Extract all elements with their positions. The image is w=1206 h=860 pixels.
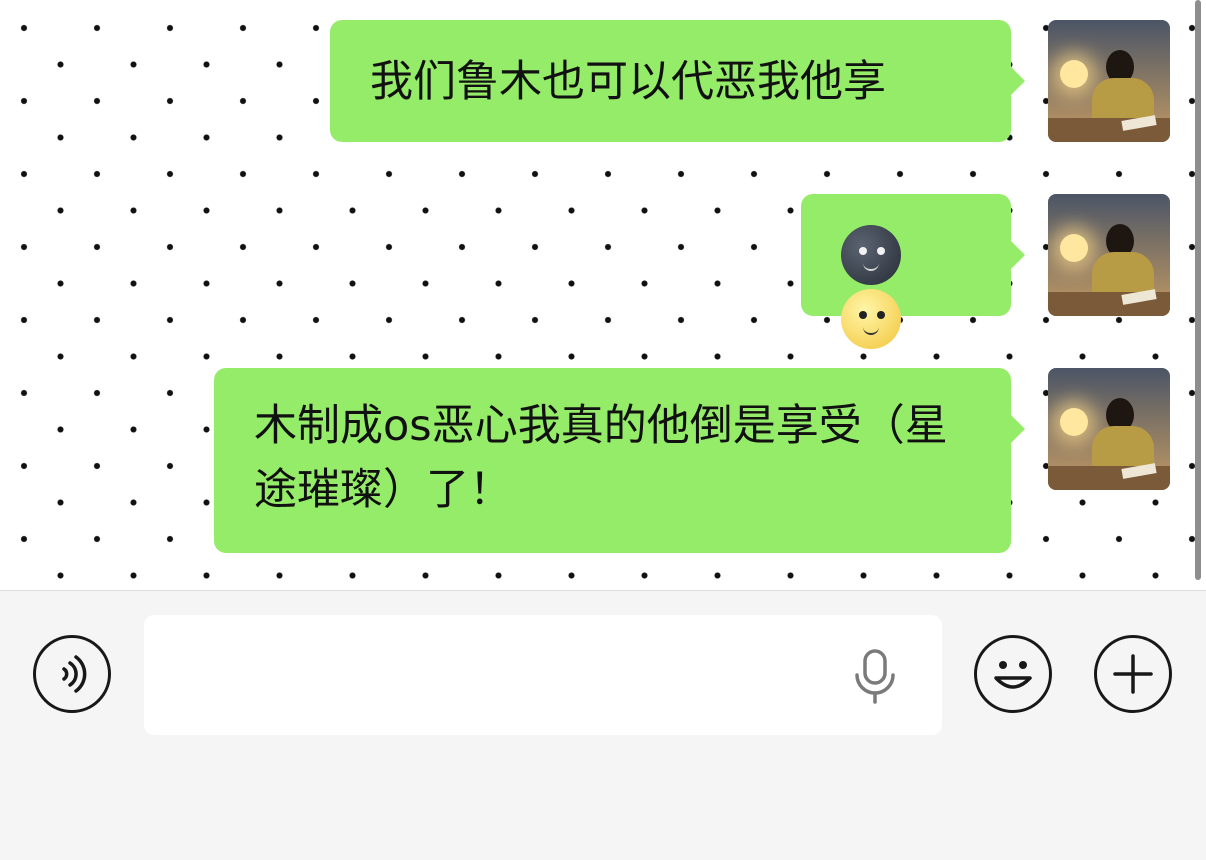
message-bubble[interactable]: 我们鲁木也可以代恶我他享 [330, 20, 1025, 142]
scrollbar[interactable] [1195, 0, 1201, 580]
emoji-smiley-icon [994, 661, 1032, 689]
microphone-icon[interactable] [852, 649, 898, 705]
message-row: 我们鲁木也可以代恶我他享 [330, 20, 1170, 142]
voice-mode-icon [62, 655, 87, 693]
message-text: 木制成os恶心我真的他倒是享受（星途璀璨）了！ [254, 401, 948, 515]
plus-icon [1113, 654, 1153, 694]
user-avatar[interactable] [1048, 368, 1170, 490]
emoji-button[interactable] [974, 635, 1052, 713]
chat-message-area[interactable]: 我们鲁木也可以代恶我他享 木制成os恶心我真的他倒是享受（星途璀璨）了！ [0, 0, 1206, 590]
more-options-button[interactable] [1094, 635, 1172, 713]
message-input[interactable] [164, 645, 848, 707]
message-text: 我们鲁木也可以代恶我他享 [370, 57, 886, 107]
user-avatar[interactable] [1048, 20, 1170, 142]
new-moon-face-emoji [841, 224, 901, 285]
emoji-message-bubble[interactable] [801, 194, 1025, 349]
message-row [801, 194, 1170, 349]
input-bar [0, 590, 1206, 860]
message-input-box[interactable] [144, 615, 942, 735]
voice-mode-button[interactable] [33, 635, 111, 713]
message-bubble[interactable]: 木制成os恶心我真的他倒是享受（星途璀璨）了！ [214, 368, 1025, 553]
user-avatar[interactable] [1048, 194, 1170, 316]
full-moon-face-emoji [841, 289, 901, 349]
message-row: 木制成os恶心我真的他倒是享受（星途璀璨）了！ [214, 368, 1170, 553]
